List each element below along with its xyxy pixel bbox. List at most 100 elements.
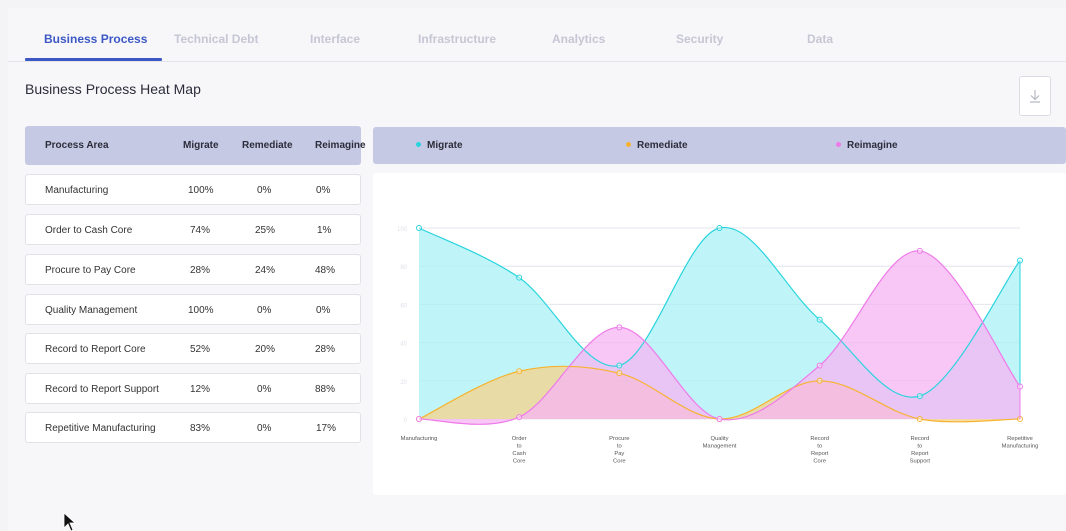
data-point-remediate — [616, 370, 623, 377]
column-header-migrate[interactable]: Migrate — [183, 140, 219, 151]
cell-process-area: Manufacturing — [45, 185, 109, 196]
data-point-migrate — [1017, 257, 1023, 264]
x-tick-label: Record — [810, 436, 829, 442]
cell-reimagine: 0% — [316, 185, 331, 196]
table-row[interactable]: Procure to Pay Core 28% 24% 48% — [25, 254, 361, 285]
cell-remediate: 0% — [257, 384, 272, 395]
legend-dot-icon — [416, 142, 421, 147]
legend-label: Remediate — [637, 140, 688, 151]
y-tick-label: 100 — [397, 227, 408, 233]
legend-dot-icon — [626, 142, 631, 147]
table-row[interactable]: Manufacturing 100% 0% 0% — [25, 174, 361, 205]
data-point-remediate — [816, 377, 823, 384]
x-tick-label: Report — [911, 451, 929, 457]
download-button[interactable] — [1019, 76, 1051, 116]
cell-remediate: 20% — [255, 344, 276, 355]
x-tick-label: Core — [613, 459, 626, 465]
y-tick-label: 40 — [400, 342, 407, 348]
cell-remediate: 0% — [257, 305, 272, 316]
tab-bar: Business Process Technical Debt Interfac… — [8, 8, 1066, 62]
tab-business-process[interactable]: Business Process — [44, 32, 147, 46]
table-row[interactable]: Repetitive Manufacturing 83% 0% 17% — [25, 412, 361, 443]
x-tick-label: Quality — [710, 436, 728, 442]
tab-technical-debt[interactable]: Technical Debt — [174, 32, 258, 46]
cell-process-area: Record to Report Support — [45, 384, 159, 395]
x-tick-label: Pay — [614, 451, 624, 457]
legend-label: Migrate — [427, 140, 463, 151]
page-title: Business Process Heat Map — [25, 81, 201, 97]
y-tick-label: 60 — [400, 303, 407, 309]
data-point-migrate — [816, 316, 823, 323]
x-tick-label: Core — [513, 459, 526, 465]
data-point-migrate — [516, 274, 523, 281]
cell-migrate: 52% — [190, 344, 211, 355]
cell-reimagine: 1% — [317, 225, 332, 236]
column-header-remediate[interactable]: Remediate — [242, 140, 293, 151]
x-tick-label: Manufacturing — [1002, 444, 1039, 450]
data-point-reimagine — [1017, 383, 1023, 390]
x-tick-label: Record — [910, 436, 929, 442]
cell-reimagine: 17% — [316, 423, 337, 434]
legend-item-migrate[interactable]: Migrate — [416, 140, 463, 151]
tab-analytics[interactable]: Analytics — [552, 32, 605, 46]
tab-interface[interactable]: Interface — [310, 32, 360, 46]
chart-legend: Migrate Remediate Reimagine — [373, 127, 1066, 164]
x-tick-label: Management — [703, 444, 737, 450]
x-tick-label: Support — [910, 459, 931, 465]
y-tick-label: 80 — [400, 265, 407, 271]
mouse-cursor-icon — [63, 512, 77, 531]
x-tick-label: Report — [811, 451, 829, 457]
x-tick-label: Cash — [512, 451, 526, 457]
download-icon — [1030, 90, 1040, 103]
legend-item-remediate[interactable]: Remediate — [626, 140, 688, 151]
data-point-migrate — [416, 225, 422, 231]
active-tab-indicator — [25, 58, 162, 61]
data-point-reimagine — [816, 362, 823, 369]
x-tick-label: to — [517, 444, 522, 450]
data-point-remediate — [516, 368, 523, 375]
data-point-migrate — [616, 362, 623, 369]
data-point-reimagine — [716, 416, 723, 422]
data-point-migrate — [916, 393, 923, 400]
cell-remediate: 25% — [255, 225, 276, 236]
table-row[interactable]: Quality Management 100% 0% 0% — [25, 294, 361, 325]
cell-process-area: Record to Report Core — [45, 344, 146, 355]
cell-reimagine: 48% — [315, 265, 336, 276]
y-tick-label: 20 — [400, 380, 407, 386]
data-point-reimagine — [616, 324, 623, 331]
y-tick-label: 0 — [404, 418, 408, 424]
data-point-remediate — [916, 416, 923, 422]
x-tick-label: Manufacturing — [401, 436, 438, 442]
data-point-reimagine — [416, 416, 422, 422]
cell-migrate: 74% — [190, 225, 211, 236]
cell-migrate: 12% — [190, 384, 211, 395]
cell-remediate: 24% — [255, 265, 276, 276]
table-row[interactable]: Record to Report Core 52% 20% 28% — [25, 333, 361, 364]
column-header-reimagine[interactable]: Reimagine — [315, 140, 366, 151]
table-row[interactable]: Record to Report Support 12% 0% 88% — [25, 373, 361, 404]
dashboard-card: Business Process Technical Debt Interfac… — [8, 8, 1066, 531]
cell-process-area: Procure to Pay Core — [45, 265, 136, 276]
column-header-process-area[interactable]: Process Area — [45, 140, 109, 151]
table-header: Process Area Migrate Remediate Reimagine — [25, 126, 366, 165]
tab-infrastructure[interactable]: Infrastructure — [418, 32, 496, 46]
legend-dot-icon — [836, 142, 841, 147]
cell-reimagine: 28% — [315, 344, 336, 355]
tab-data[interactable]: Data — [807, 32, 833, 46]
x-tick-label: Repetitive — [1007, 436, 1033, 442]
cell-reimagine: 0% — [316, 305, 331, 316]
x-tick-label: to — [817, 444, 822, 450]
cell-process-area: Repetitive Manufacturing — [45, 423, 156, 434]
tab-security[interactable]: Security — [676, 32, 723, 46]
data-point-reimagine — [516, 414, 523, 421]
data-point-reimagine — [916, 247, 923, 254]
table-row[interactable]: Order to Cash Core 74% 25% 1% — [25, 214, 361, 245]
data-point-migrate — [716, 225, 723, 231]
cell-process-area: Quality Management — [45, 305, 138, 316]
cell-migrate: 100% — [188, 185, 214, 196]
cell-migrate: 28% — [190, 265, 211, 276]
cell-process-area: Order to Cash Core — [45, 225, 133, 236]
legend-label: Reimagine — [847, 140, 898, 151]
x-tick-label: Order — [512, 436, 527, 442]
legend-item-reimagine[interactable]: Reimagine — [836, 140, 898, 151]
